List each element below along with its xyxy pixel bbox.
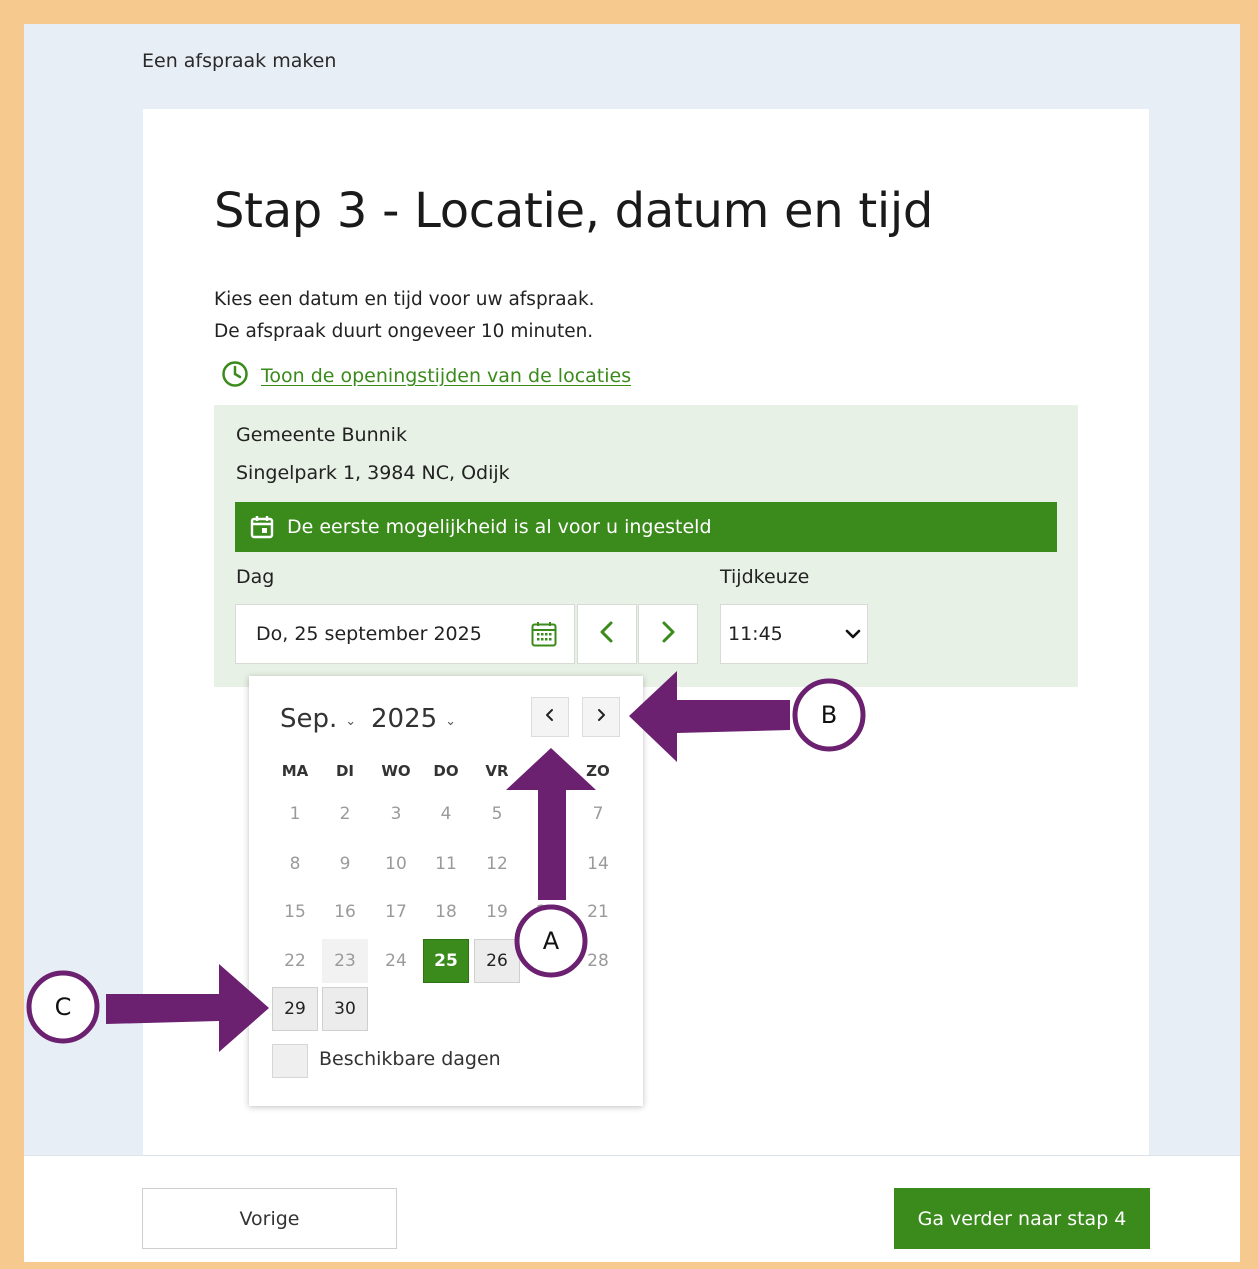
date-input[interactable]: Do, 25 september 2025 [235, 604, 575, 664]
first-available-banner: De eerste mogelijkheid is al voor u inge… [235, 502, 1057, 552]
next-day-button[interactable] [638, 604, 698, 664]
intro-line-2: De afspraak duurt ongeveer 10 minuten. [214, 321, 594, 342]
previous-button[interactable]: Vorige [142, 1188, 397, 1249]
legend-label: Beschikbare dagen [319, 1048, 501, 1070]
calendar-day-20[interactable]: 20 [524, 890, 570, 934]
opening-hours-link[interactable]: Toon de openingstijden van de locaties [261, 365, 631, 387]
calendar-day-1[interactable]: 1 [272, 792, 318, 836]
next-month-button[interactable] [582, 697, 620, 737]
legend-swatch [272, 1044, 308, 1078]
calendar-day-21[interactable]: 21 [575, 890, 621, 934]
calendar-day-23[interactable]: 23 [322, 939, 368, 983]
chevron-left-icon [544, 707, 556, 727]
calendar-day-13[interactable]: 13 [524, 842, 570, 886]
calendar-day-22[interactable]: 22 [272, 939, 318, 983]
calendar-day-30[interactable]: 30 [322, 987, 368, 1031]
chevron-down-icon: ⌄ [445, 713, 457, 729]
weekday-ma: MA [281, 762, 309, 780]
weekday-vr: VR [485, 762, 509, 780]
calendar-grid-icon[interactable] [530, 620, 558, 648]
calendar-day-9[interactable]: 9 [322, 842, 368, 886]
calendar-day-14[interactable]: 14 [575, 842, 621, 886]
location-panel: Gemeente Bunnik Singelpark 1, 3984 NC, O… [214, 405, 1078, 687]
location-address: Singelpark 1, 3984 NC, Odijk [236, 462, 510, 484]
calendar-day-16[interactable]: 16 [322, 890, 368, 934]
location-name: Gemeente Bunnik [236, 424, 407, 446]
calendar-day-12[interactable]: 12 [474, 842, 520, 886]
calendar-day-3[interactable]: 3 [373, 792, 419, 836]
chevron-down-icon: ⌄ [345, 713, 357, 729]
footer-bar: Vorige Ga verder naar stap 4 [24, 1155, 1240, 1262]
time-value: 11:45 [728, 623, 783, 645]
date-value: Do, 25 september 2025 [256, 623, 482, 645]
page-frame: Een afspraak maken Stap 3 - Locatie, dat… [24, 24, 1240, 1262]
calendar-icon [249, 514, 275, 540]
chevron-right-icon [659, 620, 677, 648]
calendar-day-11[interactable]: 11 [423, 842, 469, 886]
calendar-day-29[interactable]: 29 [272, 987, 318, 1031]
chevron-right-icon [595, 707, 607, 727]
clock-icon [221, 360, 249, 392]
calendar-day-17[interactable]: 17 [373, 890, 419, 934]
weekday-di: DI [335, 762, 355, 780]
calendar-day-25[interactable]: 25 [423, 939, 469, 983]
calendar-day-27[interactable]: 27 [524, 939, 570, 983]
calendar-day-15[interactable]: 15 [272, 890, 318, 934]
calendar-day-19[interactable]: 19 [474, 890, 520, 934]
banner-text: De eerste mogelijkheid is al voor u inge… [287, 516, 712, 538]
calendar-day-2[interactable]: 2 [322, 792, 368, 836]
day-label: Dag [236, 566, 275, 588]
datepicker-popup: Sep. ⌄ 2025 ⌄ MA DI WO DO VR ZA ZO 1 2 3 4 5 6 7 8 9 10… [249, 676, 643, 1106]
intro-line-1: Kies een datum en tijd voor uw afspraak. [214, 289, 595, 310]
next-step-button[interactable]: Ga verder naar stap 4 [894, 1188, 1150, 1249]
year-value: 2025 [371, 704, 438, 734]
year-dropdown[interactable]: 2025 ⌄ [371, 704, 456, 734]
weekday-wo: WO [381, 762, 411, 780]
weekday-za: ZA [535, 762, 559, 780]
calendar-day-6[interactable]: 6 [524, 792, 570, 836]
chevron-left-icon [598, 620, 616, 648]
time-select[interactable]: 11:45 [720, 604, 868, 664]
calendar-day-7[interactable]: 7 [575, 792, 621, 836]
calendar-day-18[interactable]: 18 [423, 890, 469, 934]
month-dropdown[interactable]: Sep. ⌄ [280, 704, 356, 734]
time-label: Tijdkeuze [720, 566, 810, 588]
calendar-day-5[interactable]: 5 [474, 792, 520, 836]
calendar-day-26[interactable]: 26 [474, 939, 520, 983]
weekday-zo: ZO [586, 762, 610, 780]
calendar-day-10[interactable]: 10 [373, 842, 419, 886]
intro-text: Kies een datum en tijd voor uw afspraak.… [214, 284, 595, 348]
calendar-day-24[interactable]: 24 [373, 939, 419, 983]
calendar-day-4[interactable]: 4 [423, 792, 469, 836]
weekday-do: DO [433, 762, 459, 780]
previous-day-button[interactable] [577, 604, 637, 664]
calendar-day-28[interactable]: 28 [575, 939, 621, 983]
month-value: Sep. [280, 704, 338, 734]
opening-hours-link-row[interactable]: Toon de openingstijden van de locaties [221, 360, 631, 392]
chevron-down-icon [845, 623, 861, 645]
calendar-day-8[interactable]: 8 [272, 842, 318, 886]
page-title: Stap 3 - Locatie, datum en tijd [214, 183, 934, 239]
previous-month-button[interactable] [531, 697, 569, 737]
breadcrumb: Een afspraak maken [142, 50, 337, 72]
